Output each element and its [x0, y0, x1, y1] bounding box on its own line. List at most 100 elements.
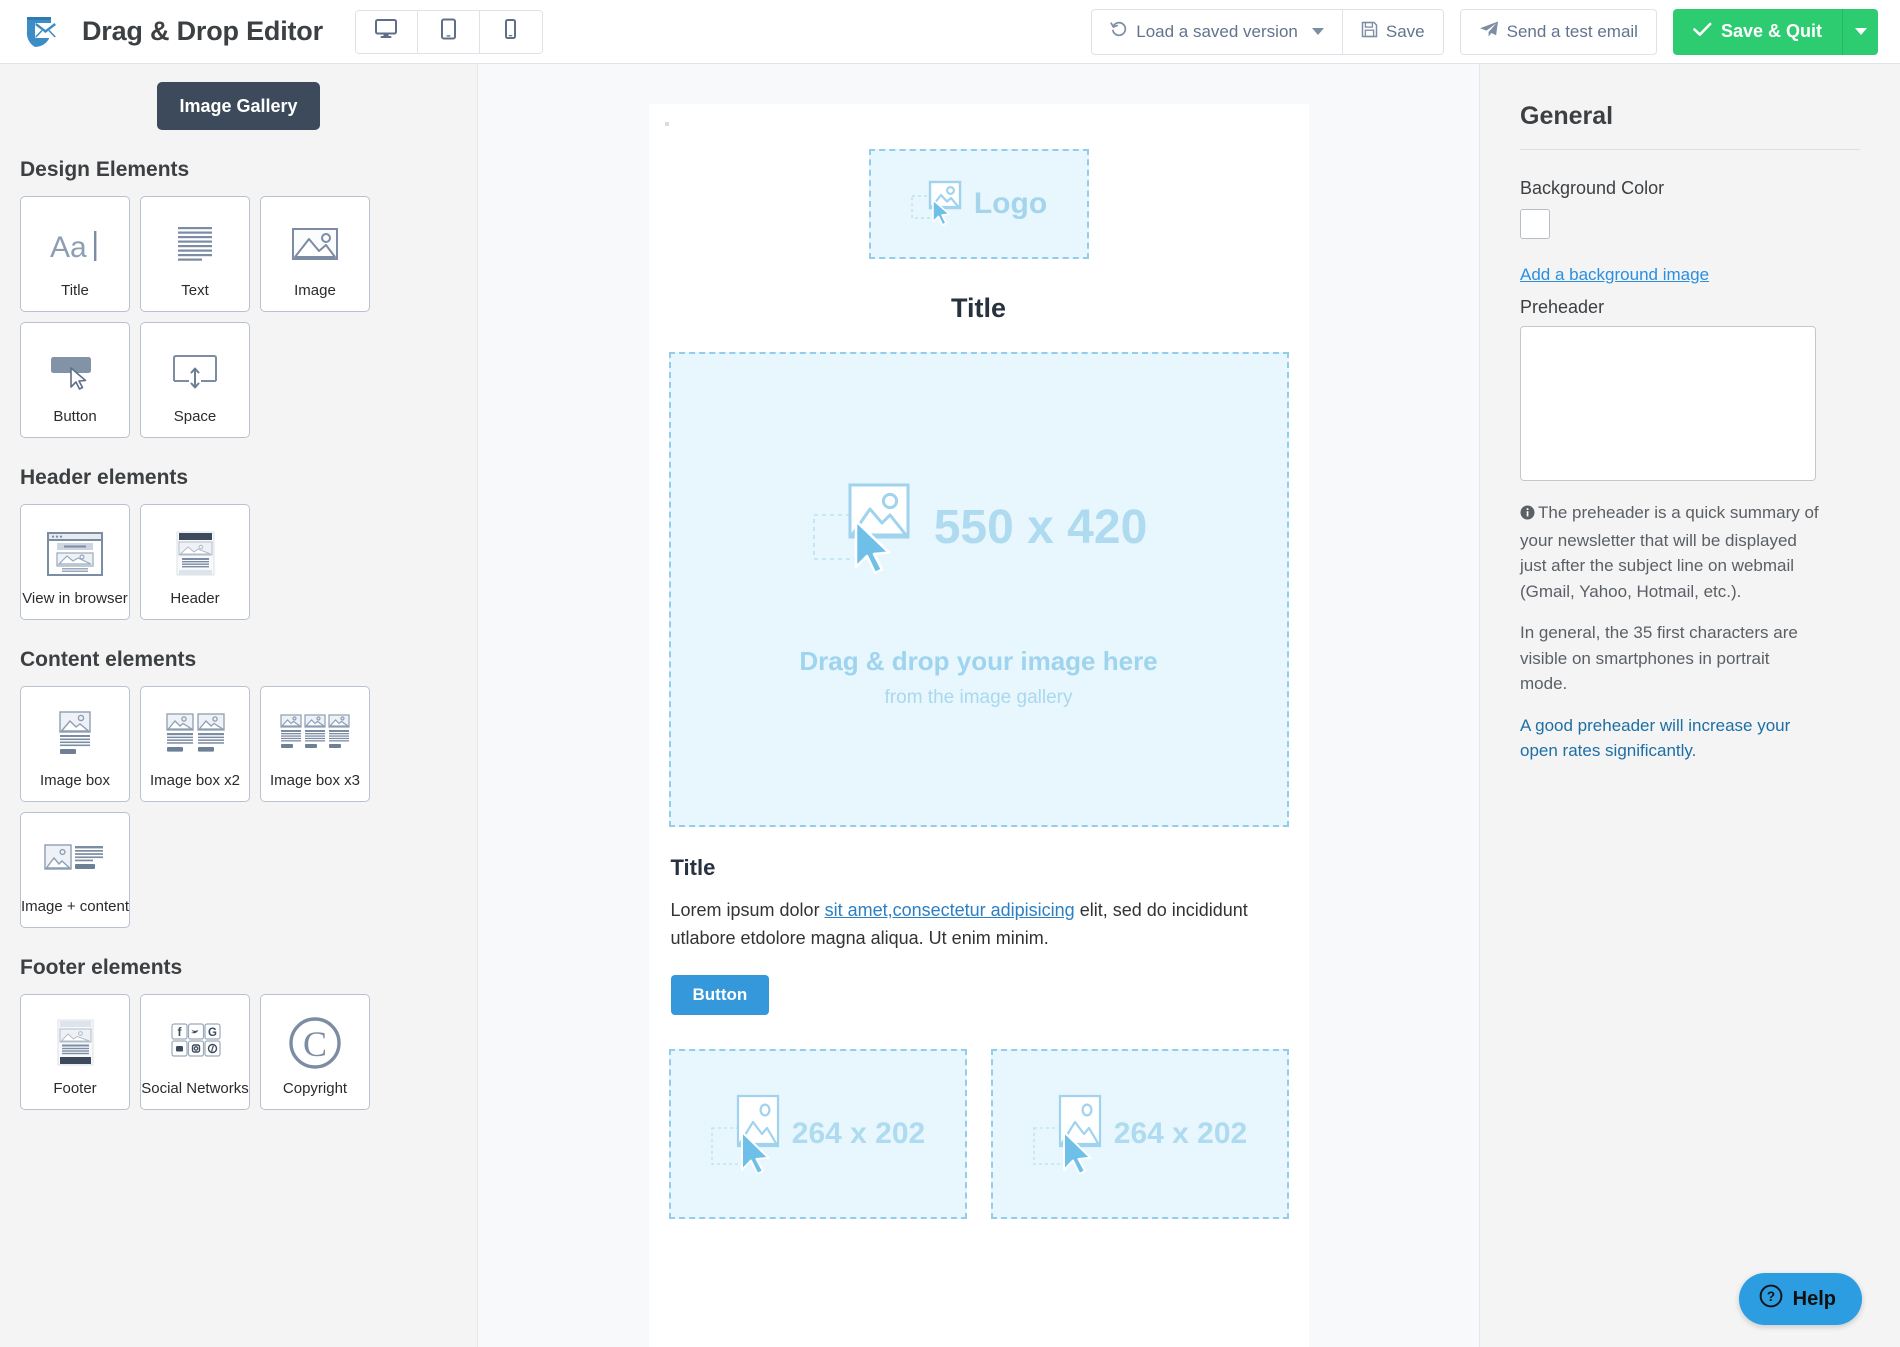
- element-tile-title[interactable]: Aa Title: [20, 196, 130, 312]
- save-quit-group: Save & Quit: [1673, 9, 1878, 55]
- check-icon: [1693, 21, 1712, 42]
- hero-image-drop-zone[interactable]: 550 x 420 Drag & drop your image here fr…: [669, 352, 1289, 827]
- hero-dimension-row: 550 x 420: [810, 471, 1148, 584]
- element-tile-copyright[interactable]: C Copyright: [260, 994, 370, 1110]
- help-label: Help: [1793, 1288, 1836, 1311]
- element-label: Text: [141, 283, 249, 312]
- background-color-label: Background Color: [1520, 178, 1860, 199]
- logo-placeholder-label: Logo: [974, 187, 1047, 221]
- element-label: Copyright: [261, 1081, 369, 1110]
- column-dimensions-label: 264 x 202: [792, 1117, 925, 1151]
- picture-cursor-icon: [810, 471, 920, 584]
- background-color-swatch[interactable]: [1520, 209, 1550, 239]
- column-dimensions-label: 264 x 202: [1114, 1117, 1247, 1151]
- device-toggle-group[interactable]: [355, 10, 543, 54]
- element-tile-image-box-x3[interactable]: Image box x3: [260, 686, 370, 802]
- browser-window-icon: [21, 517, 129, 591]
- content-paragraph[interactable]: Lorem ipsum dolor sit amet,consectetur a…: [671, 897, 1251, 953]
- logo-drop-zone[interactable]: Logo: [869, 149, 1089, 259]
- element-label: Space: [141, 409, 249, 438]
- element-label: Image box: [21, 773, 129, 802]
- element-label: Footer: [21, 1081, 129, 1110]
- picture-cursor-icon: [1032, 1088, 1104, 1179]
- desktop-icon: [374, 18, 398, 45]
- panel-title: General: [1520, 64, 1860, 131]
- element-tile-text[interactable]: Text: [140, 196, 250, 312]
- svg-text:C: C: [303, 1024, 327, 1064]
- content-section-title[interactable]: Title: [671, 855, 1309, 881]
- element-label: Image + content: [21, 899, 129, 928]
- history-undo-icon: [1110, 20, 1128, 43]
- element-tile-button[interactable]: Button: [20, 322, 130, 438]
- toolbar-actions: Load a saved version Save: [1091, 9, 1900, 55]
- picture-cursor-icon: [910, 174, 968, 235]
- image-box-x2-icon: [141, 699, 249, 773]
- footer-elements-grid: Footer f: [20, 994, 457, 1110]
- section-title-design-elements: Design Elements: [20, 158, 457, 182]
- email-heading[interactable]: Title: [649, 293, 1309, 324]
- email-document: Logo Title: [649, 104, 1309, 1347]
- button-cursor-icon: [21, 335, 129, 409]
- save-and-quit-dropdown[interactable]: [1842, 9, 1878, 55]
- top-toolbar: Drag & Drop Editor: [0, 0, 1900, 64]
- two-column-image-row: 264 x 202 264 x 202: [669, 1049, 1289, 1219]
- element-tile-space[interactable]: Space: [140, 322, 250, 438]
- section-title-content-elements: Content elements: [20, 648, 457, 672]
- preheader-note-1-text: The preheader is a quick summary of your…: [1520, 503, 1819, 601]
- paper-plane-icon: [1479, 20, 1499, 43]
- element-tile-social-networks[interactable]: f G Social Networks: [140, 994, 250, 1110]
- device-mobile-button[interactable]: [480, 11, 542, 53]
- hero-drop-subtext: from the image gallery: [885, 687, 1073, 709]
- hero-dimensions-label: 550 x 420: [934, 500, 1148, 555]
- load-saved-version-label: Load a saved version: [1136, 22, 1298, 42]
- design-elements-grid: Aa Title: [20, 196, 457, 438]
- question-circle-icon: ?: [1759, 1284, 1783, 1314]
- image-plus-content-icon: [21, 825, 129, 899]
- element-label: Image box x3: [261, 773, 369, 802]
- element-tile-view-in-browser[interactable]: View in browser: [20, 504, 130, 620]
- add-background-image-link[interactable]: Add a background image: [1520, 265, 1860, 285]
- tablet-icon: [440, 18, 457, 45]
- element-tile-image-box-x2[interactable]: Image box x2: [140, 686, 250, 802]
- help-button[interactable]: ? Help: [1739, 1273, 1862, 1325]
- chevron-down-icon: [1855, 28, 1867, 35]
- editor-app: Drag & Drop Editor: [0, 0, 1900, 1347]
- element-label: Title: [21, 283, 129, 312]
- envelope-logo-icon: [22, 11, 64, 53]
- element-tile-image-box[interactable]: Image box: [20, 686, 130, 802]
- vertical-spacer-icon: [141, 335, 249, 409]
- send-test-email-label: Send a test email: [1507, 22, 1638, 42]
- save-and-quit-button[interactable]: Save & Quit: [1673, 9, 1842, 55]
- svg-text:G: G: [208, 1027, 217, 1039]
- preheader-label: Preheader: [1520, 297, 1860, 318]
- paragraph-lines-icon: [141, 209, 249, 283]
- preheader-input[interactable]: [1520, 326, 1816, 481]
- mobile-icon: [504, 18, 517, 45]
- send-test-email-button[interactable]: Send a test email: [1460, 9, 1657, 55]
- save-button[interactable]: Save: [1343, 9, 1444, 55]
- element-tile-image-plus-content[interactable]: Image + content: [20, 812, 130, 928]
- column-image-drop-zone-2[interactable]: 264 x 202: [991, 1049, 1289, 1219]
- copyright-icon: C: [261, 1007, 369, 1081]
- device-tablet-button[interactable]: [418, 11, 480, 53]
- image-box-x3-icon: [261, 699, 369, 773]
- device-desktop-button[interactable]: [356, 11, 418, 53]
- app-title: Drag & Drop Editor: [82, 16, 323, 47]
- paragraph-text-before: Lorem ipsum dolor: [671, 900, 825, 920]
- image-gallery-button[interactable]: Image Gallery: [157, 82, 320, 130]
- email-canvas[interactable]: Logo Title: [478, 64, 1480, 1347]
- content-cta-button[interactable]: Button: [671, 975, 770, 1015]
- footer-block-icon: [21, 1007, 129, 1081]
- element-tile-footer[interactable]: Footer: [20, 994, 130, 1110]
- element-label: Social Networks: [141, 1081, 249, 1110]
- preheader-note-3: A good preheader will increase your open…: [1520, 713, 1820, 764]
- element-tile-image[interactable]: Image: [260, 196, 370, 312]
- element-tile-header[interactable]: Header: [140, 504, 250, 620]
- paragraph-link[interactable]: sit amet,consectetur adipisicing: [825, 900, 1075, 920]
- column-image-drop-zone-1[interactable]: 264 x 202: [669, 1049, 967, 1219]
- image-box-icon: [21, 699, 129, 773]
- load-saved-version-button[interactable]: Load a saved version: [1091, 9, 1343, 55]
- content-elements-grid: Image box: [20, 686, 457, 928]
- canvas-marker-dot: [665, 122, 669, 126]
- text-aa-icon: Aa: [21, 209, 129, 283]
